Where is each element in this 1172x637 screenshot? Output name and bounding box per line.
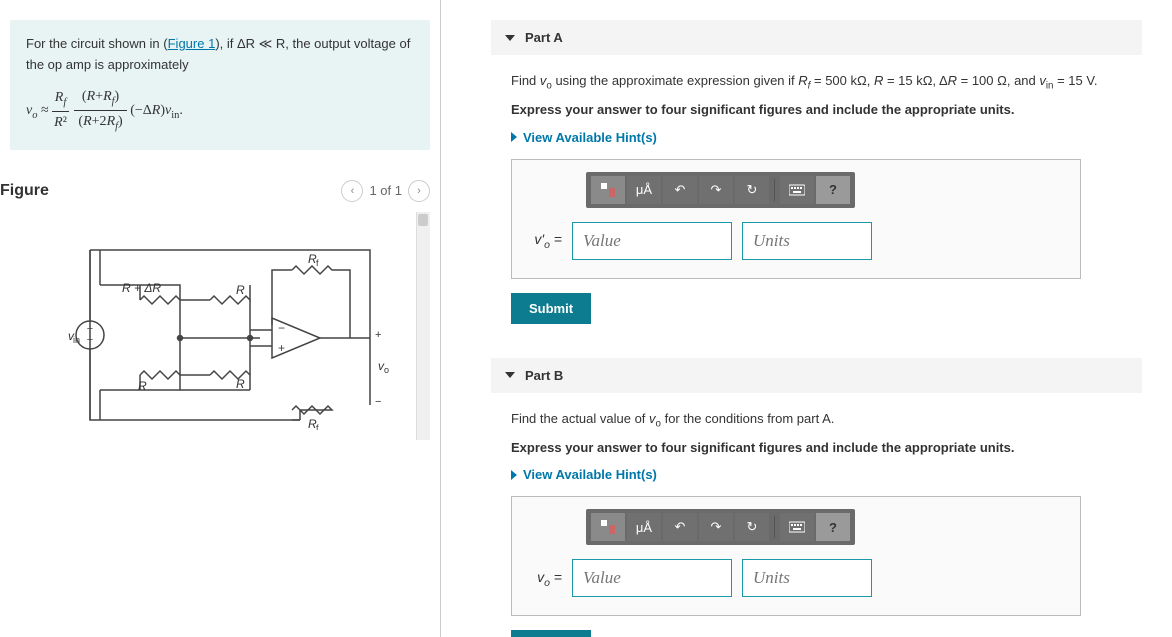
problem-statement: For the circuit shown in (Figure 1), if … [10,20,430,150]
svg-text:R: R [236,283,245,297]
reset-icon[interactable]: ↻ [735,513,769,541]
part-a-var-label: v'o = [526,231,562,251]
svg-text:f: f [316,423,319,430]
part-a-units-input[interactable] [742,222,872,260]
problem-intro-pre: For the circuit shown in ( [26,36,168,51]
caret-right-icon [511,132,517,142]
pager-next[interactable]: › [408,180,430,202]
help-icon[interactable]: ? [816,513,850,541]
svg-text:−: − [375,396,381,408]
units-tool[interactable]: μÅ [627,513,661,541]
keyboard-icon[interactable] [780,176,814,204]
part-b-toolbar: μÅ ↶ ↷ ↻ ? [586,509,855,545]
part-a-submit-button[interactable]: Submit [511,293,591,324]
part-b-body: Find the actual value of vo for the cond… [491,409,1142,637]
keyboard-icon[interactable] [780,513,814,541]
part-b-header[interactable]: Part B [491,358,1142,393]
pager-label: 1 of 1 [369,183,402,198]
undo-icon[interactable]: ↶ [663,176,697,204]
units-tool[interactable]: μÅ [627,176,661,204]
part-b-prompt: Find the actual value of vo for the cond… [511,409,1142,432]
svg-text:R + ΔR: R + ΔR [122,281,161,295]
part-b-var-label: vo = [526,569,562,589]
right-panel: Part A Find vo using the approximate exp… [440,0,1172,637]
left-panel: For the circuit shown in (Figure 1), if … [0,0,440,637]
part-a-hints[interactable]: View Available Hint(s) [511,130,1142,145]
figure-link[interactable]: Figure 1 [168,36,216,51]
part-a-instruction: Express your answer to four significant … [511,100,1142,120]
part-a-value-input[interactable] [572,222,732,260]
svg-text:f: f [316,258,319,268]
svg-text:o: o [384,365,389,375]
svg-text:in: in [73,335,80,345]
circuit-diagram: + − v in R + ΔR R [40,230,400,430]
redo-icon[interactable]: ↷ [699,176,733,204]
part-b-units-input[interactable] [742,559,872,597]
part-b-answer-box: μÅ ↶ ↷ ↻ ? vo = [511,496,1081,616]
redo-icon[interactable]: ↷ [699,513,733,541]
part-a-answer-box: μÅ ↶ ↷ ↻ ? v'o = [511,159,1081,279]
part-b-title: Part B [525,368,563,383]
svg-text:R: R [138,379,147,393]
part-a-body: Find vo using the approximate expression… [491,71,1142,334]
svg-text:+: + [278,341,285,355]
part-b-instruction: Express your answer to four significant … [511,438,1142,458]
svg-text:R: R [236,377,245,391]
figure-scrollbar[interactable] [416,212,430,440]
part-a-toolbar: μÅ ↶ ↷ ↻ ? [586,172,855,208]
part-a-prompt: Find vo using the approximate expression… [511,71,1142,94]
part-b-hints[interactable]: View Available Hint(s) [511,467,1142,482]
svg-text:+: + [375,329,381,341]
part-b-value-input[interactable] [572,559,732,597]
template-tool-icon[interactable] [591,176,625,204]
undo-icon[interactable]: ↶ [663,513,697,541]
svg-text:−: − [278,321,285,335]
part-b-submit-button[interactable]: Submit [511,630,591,637]
svg-text:−: − [87,334,93,346]
caret-down-icon [505,35,515,41]
template-tool-icon[interactable] [591,513,625,541]
figure-title: Figure [0,182,49,200]
caret-down-icon [505,372,515,378]
help-icon[interactable]: ? [816,176,850,204]
caret-right-icon [511,470,517,480]
figure-frame: + − v in R + ΔR R [10,212,430,440]
part-a-header[interactable]: Part A [491,20,1142,55]
figure-pager: ‹ 1 of 1 › [341,180,430,202]
reset-icon[interactable]: ↻ [735,176,769,204]
part-a-title: Part A [525,30,563,45]
pager-prev[interactable]: ‹ [341,180,363,202]
